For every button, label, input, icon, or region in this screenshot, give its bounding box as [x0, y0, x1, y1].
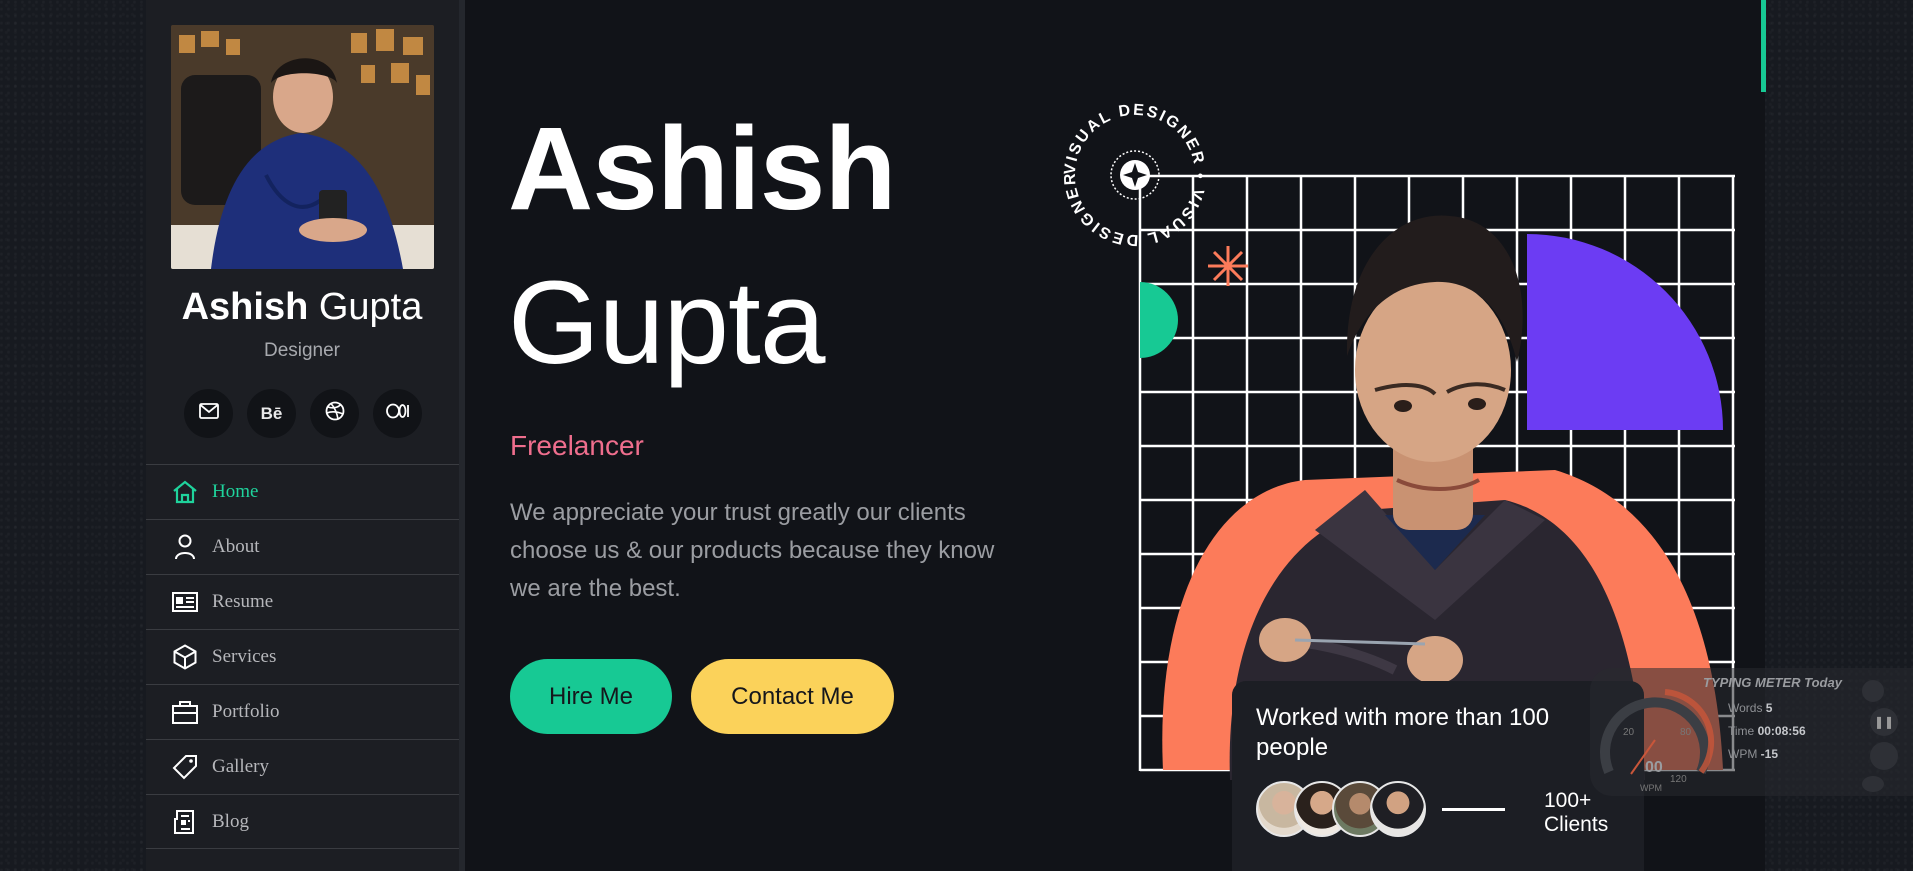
- words-value: 5: [1765, 701, 1773, 715]
- purple-quarter-shape: [1527, 234, 1723, 430]
- nav-label: Blog: [212, 810, 249, 832]
- hero-tagline: Freelancer: [510, 430, 644, 461]
- home-icon: [172, 479, 198, 505]
- mail-link[interactable]: [184, 389, 233, 438]
- profile-photo: [171, 25, 434, 269]
- behance-link[interactable]: Bē: [247, 389, 296, 438]
- user-icon: [172, 534, 198, 560]
- mail-icon: [198, 403, 219, 424]
- more-button[interactable]: [1862, 776, 1884, 792]
- visual-designer-badge: VISUAL DESIGNER • VISUAL DESIGNER •: [1052, 92, 1206, 248]
- pause-button[interactable]: ❚❚: [1870, 708, 1898, 736]
- clients-card: Worked with more than 100 people 100+ Cl…: [1232, 681, 1644, 871]
- profile-last-name: Gupta: [318, 286, 423, 328]
- wpm-gauge: 20 80 120 00 WPM: [1600, 689, 1715, 792]
- divider: [1442, 808, 1505, 811]
- clients-card-text: Worked with more than 100 people: [1256, 704, 1550, 761]
- profile-name: Ashish Gupta: [146, 286, 458, 329]
- typing-meter-title: TYPING METER Today: [1703, 675, 1842, 690]
- nav-label: Resume: [212, 591, 274, 612]
- medium-link[interactable]: [373, 389, 422, 438]
- wpm-label: WPM: [1728, 747, 1758, 761]
- hero-description: We appreciate your trust greatly our cli…: [510, 499, 995, 602]
- client-avatars: [1256, 781, 1426, 837]
- nav-item-services[interactable]: Services: [146, 629, 459, 684]
- time-label: Time: [1728, 724, 1755, 738]
- id-card-icon: [172, 589, 198, 615]
- typing-meter-words: Words 5: [1728, 701, 1772, 715]
- gauge-tick: 80: [1680, 727, 1692, 738]
- gauge-unit: WPM: [1640, 783, 1662, 792]
- nav-item-about[interactable]: About: [146, 519, 459, 574]
- gauge-value: 00: [1645, 759, 1663, 776]
- clients-count-number: 100+: [1544, 789, 1592, 812]
- newspaper-icon: [172, 809, 198, 835]
- dribbble-icon: [325, 401, 345, 426]
- hero-first-name: Ashish: [508, 103, 896, 235]
- dribbble-link[interactable]: [310, 389, 359, 438]
- hero-last-name: Gupta: [508, 257, 825, 389]
- tag-icon: [172, 754, 198, 780]
- typing-meter-widget[interactable]: 20 80 120 00 WPM TYPING METER Today Word…: [1590, 668, 1913, 796]
- cube-icon: [172, 644, 198, 670]
- clients-count-label: Clients: [1544, 813, 1609, 836]
- nav-item-home[interactable]: Home: [146, 464, 459, 519]
- gauge-tick: 120: [1670, 774, 1687, 785]
- hire-me-button[interactable]: Hire Me: [510, 659, 672, 734]
- clients-count: 100+ Clients: [1544, 789, 1608, 837]
- nav-item-resume[interactable]: Resume: [146, 574, 459, 629]
- nav-label: Gallery: [212, 756, 269, 777]
- sidebar-nav: Home About Resume Services Portfolio Gal…: [146, 464, 459, 849]
- gauge-tick: 20: [1623, 727, 1635, 738]
- social-links: Bē: [184, 389, 422, 438]
- briefcase-icon: [172, 699, 198, 725]
- profile-first-name: Ashish: [181, 286, 309, 328]
- nav-item-blog[interactable]: Blog: [146, 794, 459, 849]
- accent-line: [1761, 0, 1766, 92]
- nav-item-portfolio[interactable]: Portfolio: [146, 684, 459, 739]
- avatar: [1370, 781, 1426, 837]
- nav-item-gallery[interactable]: Gallery: [146, 739, 459, 794]
- time-value: 00:08:56: [1757, 724, 1806, 738]
- medium-icon: [385, 403, 410, 424]
- pause-icon: ❚❚: [1873, 715, 1895, 729]
- nav-label: Portfolio: [212, 701, 280, 722]
- behance-icon: Bē: [260, 403, 283, 423]
- typing-meter-wpm: WPM -15: [1728, 747, 1778, 761]
- nav-label: About: [212, 536, 260, 557]
- wpm-value: -15: [1760, 747, 1779, 761]
- green-semicircle-shape: [1140, 282, 1178, 358]
- nav-label: Home: [212, 481, 259, 502]
- contact-me-button[interactable]: Contact Me: [691, 659, 894, 734]
- words-label: Words: [1728, 701, 1763, 715]
- typing-meter-time: Time 00:08:56: [1728, 724, 1806, 738]
- nav-label: Services: [212, 646, 277, 667]
- minimize-button[interactable]: [1862, 680, 1884, 702]
- stats-button[interactable]: [1870, 742, 1898, 770]
- profile-role: Designer: [263, 340, 341, 361]
